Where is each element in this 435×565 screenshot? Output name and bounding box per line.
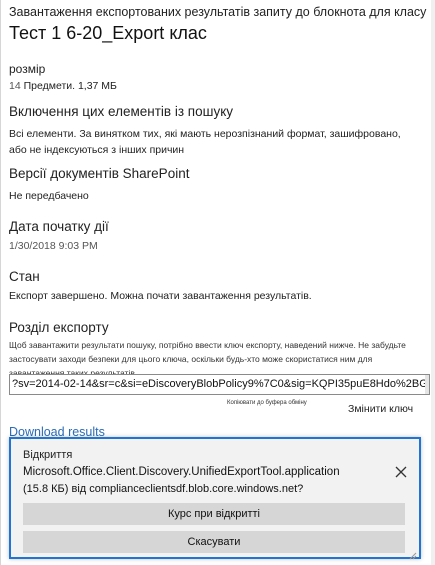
resize-grip-icon[interactable] <box>409 547 417 560</box>
close-icon[interactable] <box>395 465 407 478</box>
start-date-value: 1/30/2018 9:03 PM <box>9 240 98 252</box>
copy-to-clipboard-link[interactable]: Копіювати до буфера обміну <box>227 400 307 406</box>
export-name: Тест 1 6-20_Export клас <box>9 23 207 43</box>
sharepoint-value: Не передбачено <box>9 190 89 202</box>
panel-header: Завантаження експортованих результатів з… <box>9 5 427 19</box>
open-button[interactable]: Курс при відкритті <box>23 503 405 525</box>
start-date-label: Дата початку дії <box>9 219 109 234</box>
include-label: Включення цих елементів із пошуку <box>9 104 233 119</box>
export-key-label: Розділ експорту <box>9 320 109 335</box>
size-value: 14 Предмети. 1,37 МБ <box>9 80 117 92</box>
item-count: 14 <box>9 80 21 92</box>
page-scrollbar[interactable] <box>431 0 435 565</box>
change-key-link[interactable]: Змінити ключ <box>348 403 413 415</box>
download-prompt: Відкриття Microsoft.Office.Client.Discov… <box>9 437 421 560</box>
export-key-input[interactable]: ?sv=2014-02-14&sr=c&si=eDiscoveryBlobPol… <box>9 374 430 395</box>
sharepoint-label: Версії документів SharePoint <box>9 166 190 181</box>
size-summary: Предмети. 1,37 МБ <box>23 80 117 92</box>
download-prompt-title: Відкриття <box>23 449 73 461</box>
cancel-button[interactable]: Скасувати <box>23 531 405 553</box>
status-label: Стан <box>9 269 40 284</box>
export-details-panel: Завантаження експортованих результатів з… <box>0 0 435 565</box>
download-size-source: (15.8 КБ) від complianceclientsdf.blob.c… <box>23 483 304 495</box>
download-app-name: Microsoft.Office.Client.Discovery.Unifie… <box>23 466 340 478</box>
key-input-scrollbar[interactable] <box>425 375 429 394</box>
export-key-text: ?sv=2014-02-14&sr=c&si=eDiscoveryBlobPol… <box>12 378 430 390</box>
include-value: Всі елементи. За винятком тих, які мають… <box>9 128 401 156</box>
status-value: Експорт завершено. Можна почати завантаж… <box>9 290 312 302</box>
size-label: розмір <box>9 62 46 76</box>
